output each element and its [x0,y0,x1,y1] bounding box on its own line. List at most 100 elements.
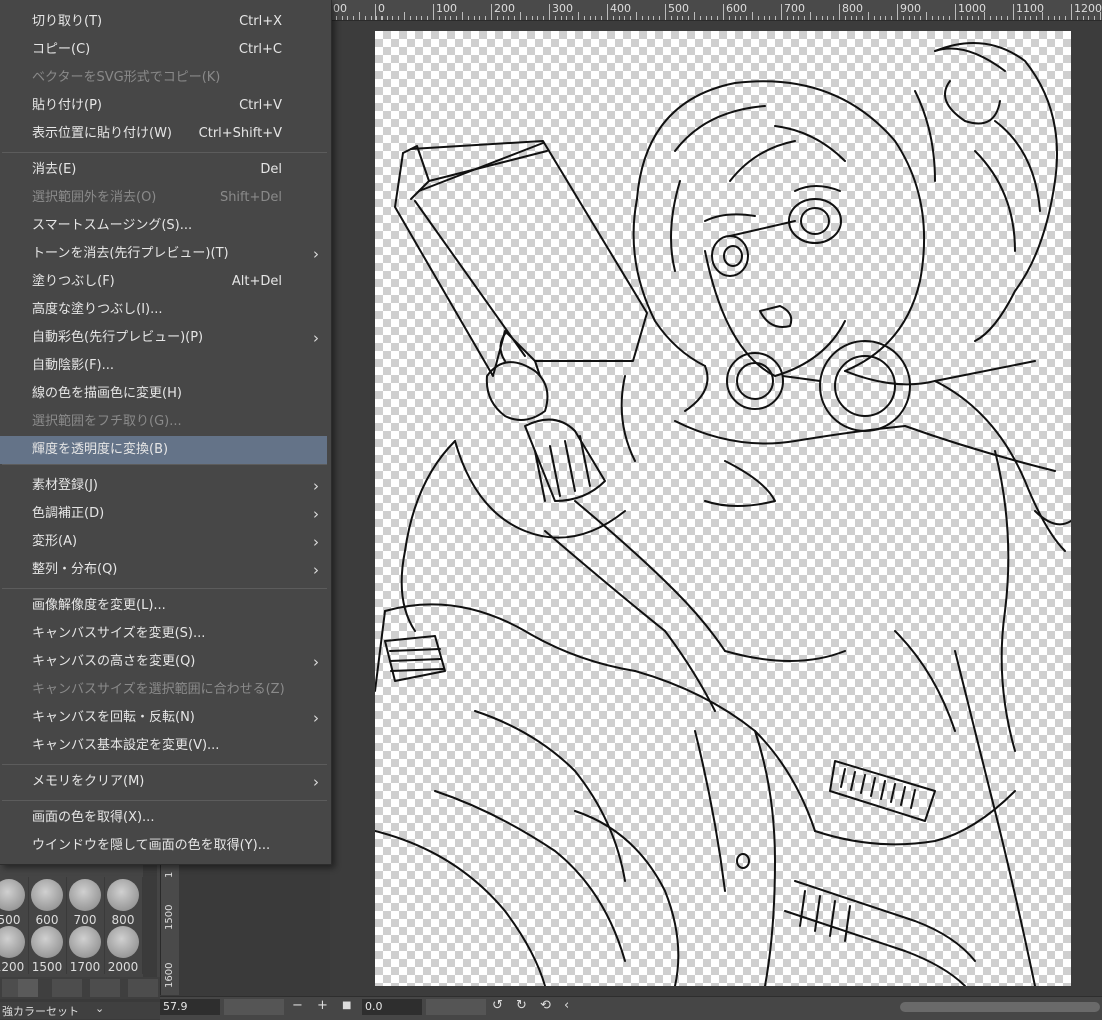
ruler-minor-tick [479,16,481,20]
ruler-major-tick [549,4,550,20]
chevron-left-icon[interactable]: ‹ [564,998,569,1013]
chevron-down-icon[interactable]: ⌄ [95,1002,104,1015]
menu-item-change-canvas-height[interactable]: キャンバスの高さを変更(Q) › [0,648,327,676]
ruler-minor-tick [740,16,742,20]
ruler-major-tick [723,4,724,20]
ruler-minor-tick [810,12,811,20]
brush-size-label: 1500 [31,960,63,974]
menu-item-border-selection[interactable]: 選択範囲をフチ取り(G)... [0,408,327,436]
brush-size-preset[interactable]: 1700 [66,924,105,974]
menu-item-fill[interactable]: 塗りつぶし(F) Alt+Del [0,268,327,296]
tool-button-4[interactable] [90,979,120,997]
menu-item-label: キャンバスサイズを変更(S)... [32,626,206,641]
menu-item-clear[interactable]: 消去(E) Del [0,156,327,184]
brush-size-preset[interactable]: 700 [66,877,105,927]
brush-size-preset[interactable]: 600 [28,877,67,927]
ruler-minor-tick [914,16,916,20]
ruler-minor-tick [879,16,881,20]
menu-item-label: 貼り付け(P) [32,98,102,113]
ruler-minor-tick [438,16,440,20]
rotate-left-icon[interactable]: ↺ [492,998,503,1013]
menu-item-auto-colorize[interactable]: 自動彩色(先行プレビュー)(P) › [0,324,327,352]
ruler-label: 1600 [164,962,175,988]
panel-toolbar [0,977,160,999]
tool-button-5[interactable] [128,979,158,997]
menu-item-transform[interactable]: 変形(A) › [0,528,327,556]
ruler-minor-tick [485,16,487,20]
ruler-minor-tick [537,16,539,20]
chevron-right-icon: › [313,653,319,671]
menu-item-cut[interactable]: 切り取り(T) Ctrl+X [0,8,327,36]
brush-size-preset[interactable]: 1200 [0,924,29,974]
ruler-minor-tick [960,16,962,20]
ruler-minor-tick [1088,16,1090,20]
menu-item-hide-window-get-color[interactable]: ウインドウを隠して画面の色を取得(Y)... [0,832,327,860]
menu-item-shortcut: Del [260,162,282,177]
menu-item-label: 整列・分布(Q) [32,562,118,577]
ruler-minor-tick [833,16,835,20]
ruler-minor-tick [404,12,405,20]
menu-item-clear-outside-selection[interactable]: 選択範囲外を消去(O) Shift+Del [0,184,327,212]
ruler-label: 600 [726,2,747,15]
canvas-area[interactable] [330,21,1102,996]
ruler-minor-tick [682,16,684,20]
chevron-right-icon: › [313,505,319,523]
menu-item-fit-canvas-to-selection[interactable]: キャンバスサイズを選択範囲に合わせる(Z) [0,676,327,704]
ruler-minor-tick [1036,16,1038,20]
menu-item-paste[interactable]: 貼り付け(P) Ctrl+V [0,92,327,120]
menu-item-rotate-flip-canvas[interactable]: キャンバスを回転・反転(N) › [0,704,327,732]
menu-item-change-canvas-size[interactable]: キャンバスサイズを変更(S)... [0,620,327,648]
brush-size-preset[interactable]: 800 [104,877,143,927]
menu-item-change-resolution[interactable]: 画像解像度を変更(L)... [0,592,327,620]
ruler-label: 100 [436,2,457,15]
menu-item-label: 高度な塗りつぶし(I)... [32,302,163,317]
ruler-minor-tick [578,12,579,20]
menu-item-copy-vector-svg[interactable]: ベクターをSVG形式でコピー(K) [0,64,327,92]
ruler-minor-tick [502,16,504,20]
reset-rotation-icon[interactable]: ⟲ [540,998,551,1013]
menu-item-label: キャンバス基本設定を変更(V)... [32,738,220,753]
menu-item-get-screen-color[interactable]: 画面の色を取得(X)... [0,804,327,832]
menu-item-tonal-correction[interactable]: 色調補正(D) › [0,500,327,528]
brush-panel-scrollbar[interactable] [143,862,157,977]
brush-size-label: 2000 [107,960,139,974]
brush-size-preset[interactable]: 2000 [104,924,143,974]
menu-item-paste-in-place[interactable]: 表示位置に貼り付け(W) Ctrl+Shift+V [0,120,327,148]
menu-item-auto-shading[interactable]: 自動陰影(F)... [0,352,327,380]
menu-item-change-line-color[interactable]: 線の色を描画色に変更(H) [0,380,327,408]
horizontal-scrollbar[interactable] [900,1002,1100,1012]
rotate-right-icon[interactable]: ↻ [516,998,527,1013]
rotation-slider[interactable] [426,999,486,1015]
zoom-slider[interactable] [224,999,284,1015]
fit-square-icon[interactable]: ■ [342,1000,351,1011]
zoom-in-button[interactable]: + [317,998,328,1013]
menu-item-copy[interactable]: コピー(C) Ctrl+C [0,36,327,64]
ruler-minor-tick [926,12,927,20]
menu-item-smart-smoothing[interactable]: スマートスムージング(S)... [0,212,327,240]
tool-button-3[interactable] [52,979,82,997]
canvas-paper[interactable] [375,31,1071,986]
menu-item-register-material[interactable]: 素材登録(J) › [0,472,327,500]
menu-item-label: 消去(E) [32,162,77,177]
rotation-field[interactable]: 0.0 [362,999,422,1015]
zoom-field[interactable]: 57.9 [160,999,220,1015]
menu-item-erase-tone[interactable]: トーンを消去(先行プレビュー)(T) › [0,240,327,268]
tool-button-palette[interactable] [18,979,38,997]
menu-item-canvas-basic-settings[interactable]: キャンバス基本設定を変更(V)... [0,732,327,760]
ruler-minor-tick [775,16,777,20]
ruler-minor-tick [612,16,614,20]
menu-item-clear-memory[interactable]: メモリをクリア(M) › [0,768,327,796]
brush-size-preset[interactable]: 1500 [28,924,67,974]
menu-item-align-distribute[interactable]: 整列・分布(Q) › [0,556,327,584]
ruler-minor-tick [1059,16,1061,20]
ruler-minor-tick [1047,16,1049,20]
menu-item-advanced-fill[interactable]: 高度な塗りつぶし(I)... [0,296,327,324]
zoom-out-button[interactable]: − [292,998,303,1013]
ruler-label: 1200 [1074,2,1102,15]
ruler-minor-tick [525,16,527,20]
color-set-select[interactable]: 強カラーセット [2,1003,79,1019]
ruler-minor-tick [670,16,672,20]
brush-size-preset[interactable]: 500 [0,877,29,927]
menu-item-convert-brightness-to-opacity[interactable]: 輝度を透明度に変換(B) [0,436,327,464]
ruler-minor-tick [566,16,568,20]
